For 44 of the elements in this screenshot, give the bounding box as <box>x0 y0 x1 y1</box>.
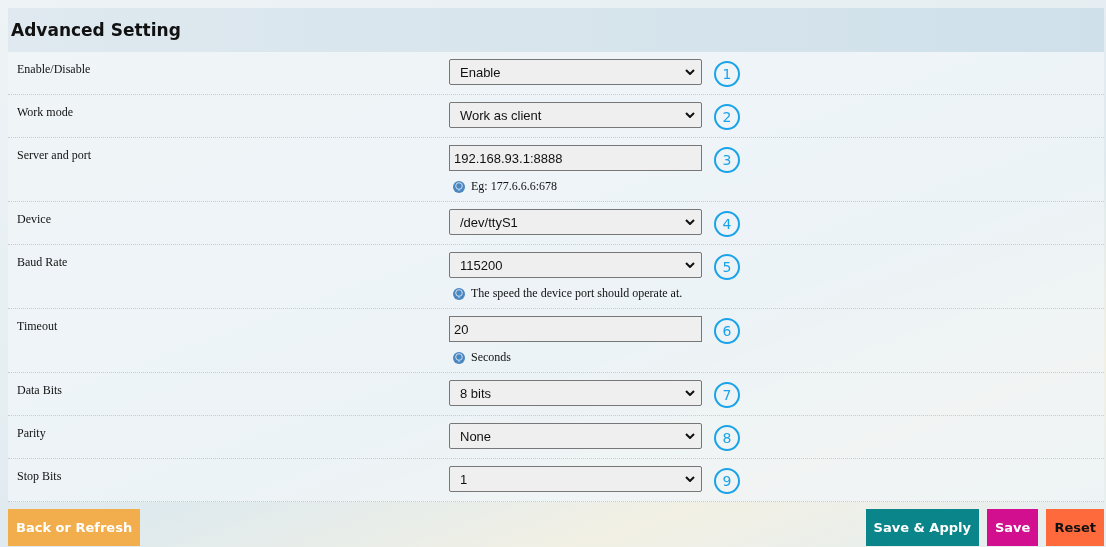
apply-button[interactable]: Save & Apply <box>865 509 979 546</box>
dropdown[interactable]: None <box>449 423 702 449</box>
chevron-icon <box>685 476 695 482</box>
save-button[interactable]: Save <box>986 509 1039 546</box>
input-field[interactable]: 192.168.93.1:8888 <box>449 145 702 171</box>
step-number: 3 <box>714 147 740 173</box>
step-number: 6 <box>714 318 740 344</box>
step-number: 7 <box>714 382 740 408</box>
dropdown[interactable]: 8 bits <box>449 380 702 406</box>
dropdown[interactable]: /dev/ttyS1 <box>449 209 702 235</box>
section-title: Advanced Setting <box>11 20 181 40</box>
step-number: 8 <box>714 425 740 451</box>
field-label: Server and port <box>17 147 92 164</box>
step-number: 9 <box>714 468 740 494</box>
input-field[interactable]: 20 <box>449 316 702 342</box>
chevron-icon <box>685 219 695 225</box>
field-label: Parity <box>17 425 47 442</box>
help-icon <box>453 351 465 364</box>
field-label: Data Bits <box>17 382 63 399</box>
hint-text: Seconds <box>471 350 511 365</box>
chevron-icon <box>685 69 695 75</box>
field-label: Timeout <box>17 318 59 335</box>
dropdown[interactable]: 1 <box>449 466 702 492</box>
dropdown[interactable]: 115200 <box>449 252 702 278</box>
help-icon <box>453 180 465 193</box>
chevron-icon <box>685 262 695 268</box>
chevron-icon <box>685 112 695 118</box>
chevron-icon <box>685 433 695 439</box>
dropdown[interactable]: Enable <box>449 59 702 85</box>
dropdown[interactable]: Work as client <box>449 102 702 128</box>
step-number: 4 <box>714 211 740 237</box>
reset-button[interactable]: Reset <box>1046 509 1104 546</box>
hint-text: Eg: 177.6.6.6:678 <box>471 179 557 194</box>
step-number: 5 <box>714 254 740 280</box>
field-label: Enable/Disable <box>17 61 92 78</box>
field-label: Work mode <box>17 104 75 121</box>
field-label: Baud Rate <box>17 254 69 271</box>
field-label: Device <box>17 211 52 228</box>
help-icon <box>453 287 465 300</box>
step-number: 2 <box>714 104 740 130</box>
hint-text: The speed the device port should operate at. <box>471 286 683 301</box>
field-label: Stop Bits <box>17 468 63 485</box>
chevron-icon <box>685 390 695 396</box>
step-number: 1 <box>714 61 740 87</box>
